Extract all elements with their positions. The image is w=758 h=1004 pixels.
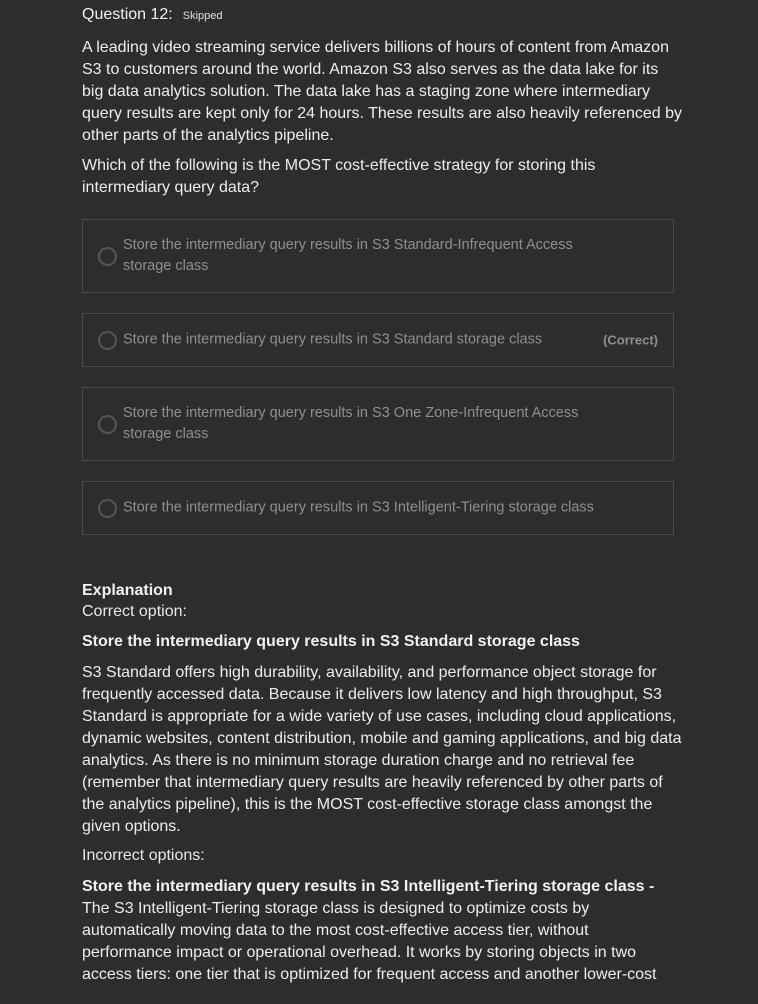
incorrect-option-explanation: Store the intermediary query results in … xyxy=(82,876,682,986)
explanation-heading: Explanation xyxy=(82,582,173,599)
answer-option-label: Store the intermediary query results in … xyxy=(123,331,543,348)
incorrect-option-separator: - xyxy=(644,878,655,895)
answer-option-1[interactable]: Store the intermediary query results in … xyxy=(82,219,674,293)
answer-option-4[interactable]: Store the intermediary query results in … xyxy=(82,481,674,535)
question-header: Question 12: Skipped xyxy=(82,6,223,24)
radio-button-icon[interactable] xyxy=(98,415,117,434)
question-page: Question 12: Skipped A leading video str… xyxy=(0,0,758,1004)
radio-button-icon[interactable] xyxy=(98,499,117,518)
question-prompt: Which of the following is the MOST cost-… xyxy=(82,157,596,196)
question-text: A leading video streaming service delive… xyxy=(82,39,683,144)
answer-option-label: Store the intermediary query results in … xyxy=(123,405,579,442)
correct-option-answer: Store the intermediary query results in … xyxy=(82,633,580,650)
question-status-badge: Skipped xyxy=(182,10,223,22)
question-title: Question 12: xyxy=(82,6,173,23)
answer-option-3[interactable]: Store the intermediary query results in … xyxy=(82,387,674,461)
answer-option-2[interactable]: Store the intermediary query results in … xyxy=(82,313,674,367)
correct-option-label: Correct option: xyxy=(82,603,187,620)
correct-answer-tag: (Correct) xyxy=(603,332,658,348)
answer-option-label: Store the intermediary query results in … xyxy=(123,237,573,274)
answer-option-label: Store the intermediary query results in … xyxy=(123,499,594,516)
radio-button-icon[interactable] xyxy=(98,247,117,266)
radio-button-icon[interactable] xyxy=(98,331,117,350)
incorrect-options-label: Incorrect options: xyxy=(82,847,205,864)
incorrect-option-title: Store the intermediary query results in … xyxy=(82,878,645,895)
incorrect-option-body: The S3 Intelligent-Tiering storage class… xyxy=(82,900,657,983)
explanation-body: S3 Standard offers high durability, avai… xyxy=(82,664,682,835)
